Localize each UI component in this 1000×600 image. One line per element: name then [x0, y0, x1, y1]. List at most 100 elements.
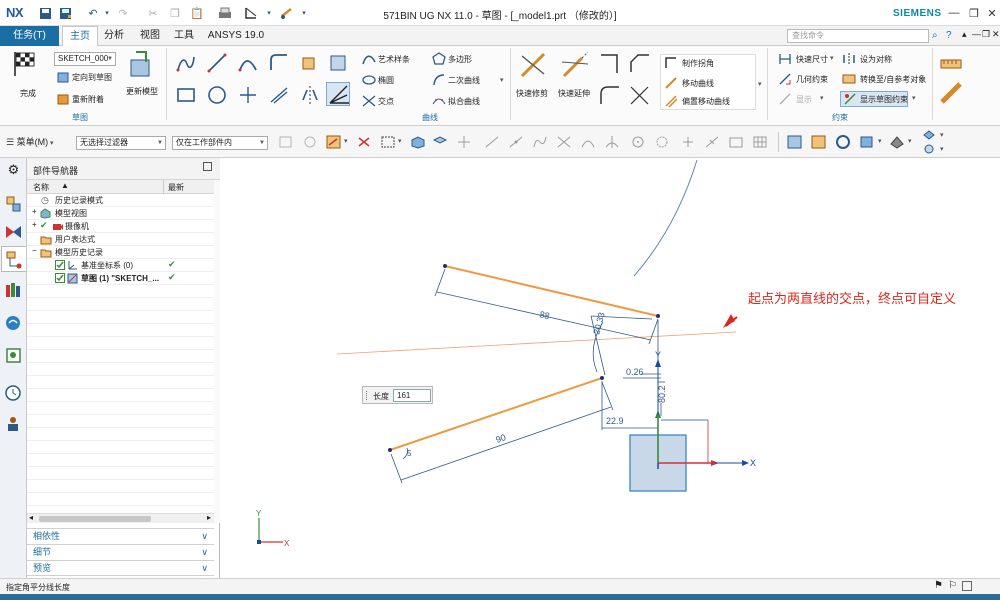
line-endpoint[interactable]: [656, 314, 660, 318]
constraint-item-symmetric[interactable]: 设为对称: [860, 54, 892, 65]
solid-body-icon[interactable]: [410, 135, 426, 149]
curve-item-ellipse[interactable]: 椭圆: [378, 75, 394, 86]
arc-icon[interactable]: [237, 52, 259, 74]
sketch-arc[interactable]: [633, 159, 698, 277]
chamfer-icon[interactable]: [628, 52, 652, 76]
rectangle-select-dropdown-icon[interactable]: ▾: [398, 137, 402, 145]
deselect-all-icon[interactable]: [356, 135, 372, 149]
layer-icon[interactable]: [922, 129, 936, 141]
navigator-maximize-button[interactable]: [203, 162, 212, 171]
column-name[interactable]: 名称: [33, 182, 49, 193]
dimension-22-9-text[interactable]: 22.9: [606, 416, 624, 426]
role-icon[interactable]: [4, 414, 23, 433]
close-button[interactable]: ✕: [982, 4, 1000, 22]
curve-item-spline[interactable]: 艺术样条: [378, 54, 410, 65]
orient-to-sketch-button[interactable]: 定向到草图: [56, 70, 112, 86]
fillet-corner-icon[interactable]: [598, 84, 622, 108]
dimension-90-text[interactable]: 90: [494, 432, 507, 445]
derived-line-icon[interactable]: [268, 84, 290, 106]
quick-extend-button[interactable]: 快速延伸: [558, 50, 590, 98]
touch-mode-icon[interactable]: [280, 6, 294, 20]
reattach-button[interactable]: 重新附着: [56, 92, 104, 108]
command-search-input[interactable]: 查找命令: [787, 29, 929, 43]
trim-recipe-icon[interactable]: [628, 84, 652, 108]
curve-gallery-more-icon[interactable]: ▾: [500, 76, 504, 84]
doc-close-button[interactable]: ✕: [992, 29, 1000, 40]
mirror-curve-icon[interactable]: [299, 84, 321, 106]
dimension-88[interactable]: [434, 268, 659, 345]
render-style-icon[interactable]: [888, 134, 906, 150]
bisector-preview-line[interactable]: [336, 331, 737, 355]
edit-item-move-curve[interactable]: 移动曲线: [682, 78, 714, 89]
curve-item-polygon[interactable]: 多边形: [448, 54, 472, 65]
horizontal-scrollbar[interactable]: ◂ ▸: [27, 513, 214, 523]
selection-filter-select[interactable]: 无选择过滤器: [76, 136, 166, 150]
clock-icon[interactable]: [4, 384, 23, 403]
show-constraints-dropdown-icon[interactable]: ▾: [912, 94, 916, 102]
undo-icon[interactable]: ↶: [86, 6, 100, 20]
dimension-0-26-text[interactable]: 0.26: [626, 367, 644, 377]
profile-icon[interactable]: [175, 52, 197, 74]
constraint-item-rapid-dimension[interactable]: 快速尺寸: [796, 54, 828, 65]
dimension-88-text[interactable]: 88: [539, 309, 551, 321]
quick-access-menu-icon[interactable]: ▾: [297, 6, 311, 20]
rectangle-select-icon[interactable]: [380, 135, 396, 149]
edit-gallery-more-icon[interactable]: ▾: [758, 80, 762, 88]
refresh-view-icon[interactable]: [834, 134, 852, 150]
rectangle-icon[interactable]: [175, 84, 197, 106]
panel-preview[interactable]: 预览 ∨: [27, 560, 214, 576]
show-hide-icon[interactable]: [922, 143, 936, 155]
select-curve-dropdown-icon[interactable]: ▾: [344, 137, 348, 145]
pattern-curve-icon[interactable]: [328, 52, 350, 74]
constraint-navigator-icon[interactable]: [4, 222, 23, 241]
tab-view[interactable]: 视图: [136, 26, 164, 46]
update-model-button[interactable]: 更新模型: [126, 50, 158, 96]
ruler-icon[interactable]: [940, 54, 962, 72]
length-value-input[interactable]: 161: [393, 389, 431, 402]
panel-details[interactable]: 细节 ∨: [27, 544, 214, 560]
curve-item-conic[interactable]: 二次曲线: [448, 75, 480, 86]
settings-gear-icon[interactable]: ⚙: [4, 162, 23, 181]
constraint-item-geometric[interactable]: 几何约束: [796, 74, 828, 85]
render-style-dropdown-icon[interactable]: ▾: [908, 137, 912, 145]
doc-restore-button[interactable]: ❐: [982, 29, 990, 40]
orient-view-icon[interactable]: [858, 134, 876, 150]
tab-task[interactable]: 任务(T): [0, 26, 59, 46]
tab-analysis[interactable]: 分析: [100, 26, 128, 46]
select-curve-icon[interactable]: [326, 135, 342, 149]
dimension-20-33-text[interactable]: 20.33: [591, 311, 606, 335]
offset-curve-icon[interactable]: [299, 52, 321, 74]
angle-bisector-icon[interactable]: [326, 82, 350, 106]
sketch-line-upper[interactable]: [444, 265, 659, 317]
flag-outline-icon[interactable]: ⚐: [948, 580, 957, 591]
finish-button[interactable]: 完成: [10, 50, 36, 98]
checkbox-checked-icon[interactable]: [55, 273, 65, 283]
snap-icon[interactable]: [244, 6, 258, 20]
sketch-canvas[interactable]: 88 20.33 80.2 0.26 22.9 90 5 X Y Y X: [221, 158, 1000, 578]
dimension-5-text[interactable]: 5: [407, 449, 412, 458]
orient-view-dropdown-icon[interactable]: ▾: [878, 137, 882, 145]
curve-item-intersection[interactable]: 交点: [378, 96, 394, 107]
tree-row-user-expressions[interactable]: 用户表达式: [27, 233, 214, 246]
line-icon[interactable]: [206, 52, 228, 74]
part-navigator-tab[interactable]: [1, 246, 26, 272]
sheet-body-icon[interactable]: [432, 135, 448, 149]
corner-icon[interactable]: [598, 52, 622, 76]
circle-icon[interactable]: [206, 84, 228, 106]
vertical-scrollbar[interactable]: [214, 180, 220, 523]
scroll-right-icon[interactable]: ▸: [207, 513, 211, 522]
graphics-window[interactable]: 88 20.33 80.2 0.26 22.9 90 5 X Y Y X 长度 …: [221, 158, 1000, 578]
edit-item-make-corner[interactable]: 制作拐角: [682, 58, 714, 69]
curve-item-fit[interactable]: 拟合曲线: [448, 96, 480, 107]
help-icon[interactable]: ?: [946, 30, 952, 41]
search-icon[interactable]: ⌕: [932, 30, 938, 41]
doc-minimize-button[interactable]: —: [972, 29, 981, 39]
constraint-item-convert-reference[interactable]: 转换至/自参考对象: [860, 74, 926, 85]
drafting-icon[interactable]: [940, 82, 962, 104]
collapse-icon[interactable]: −: [32, 246, 37, 255]
checkbox-checked-icon[interactable]: [55, 260, 65, 270]
expand-icon[interactable]: +: [32, 220, 37, 229]
save-all-icon[interactable]: [58, 6, 72, 20]
assembly-navigator-icon[interactable]: [4, 194, 23, 213]
scroll-left-icon[interactable]: ◂: [29, 513, 33, 522]
